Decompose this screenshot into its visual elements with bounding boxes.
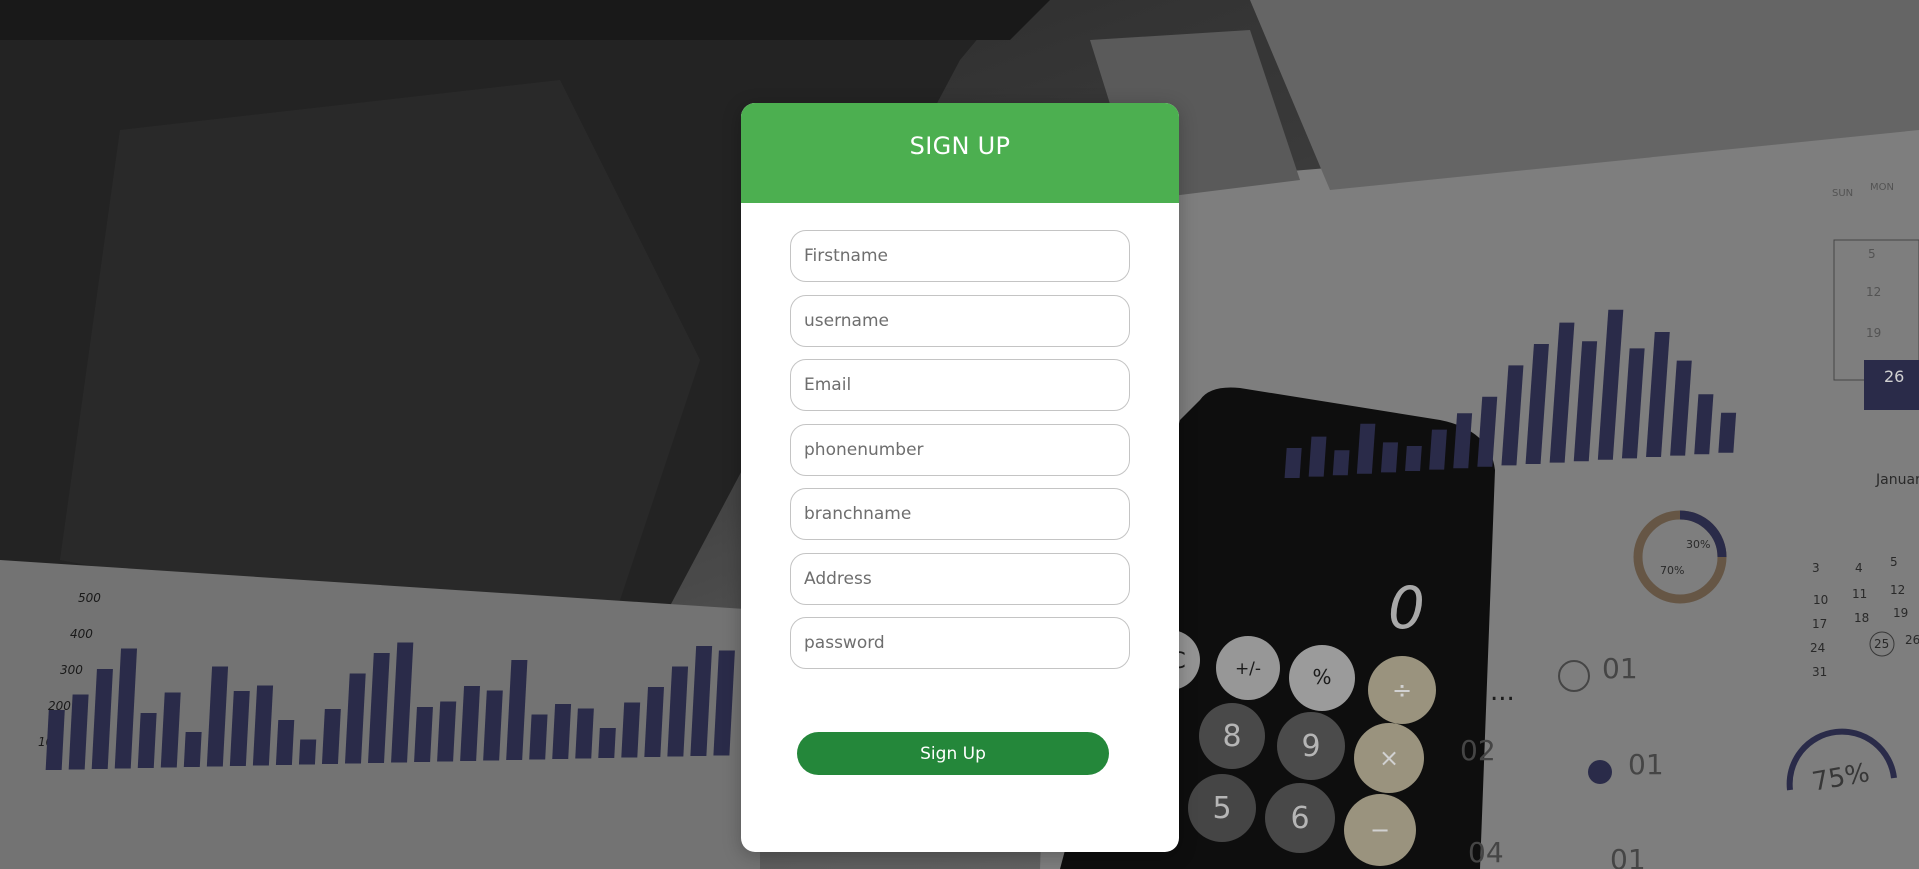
address-field[interactable] <box>790 552 1130 605</box>
signup-button[interactable]: Sign Up <box>797 732 1109 775</box>
signup-card-header: SIGN UP <box>741 103 1179 203</box>
username-field[interactable] <box>790 294 1130 347</box>
branchname-field[interactable] <box>790 488 1130 540</box>
signup-title: SIGN UP <box>909 132 1011 160</box>
signup-card: SIGN UP Sign Up <box>741 103 1179 852</box>
password-field[interactable] <box>790 617 1130 669</box>
firstname-field[interactable] <box>790 230 1130 282</box>
signup-form <box>790 230 1130 682</box>
email-field[interactable] <box>790 359 1130 411</box>
phonenumber-field[interactable] <box>790 423 1130 476</box>
